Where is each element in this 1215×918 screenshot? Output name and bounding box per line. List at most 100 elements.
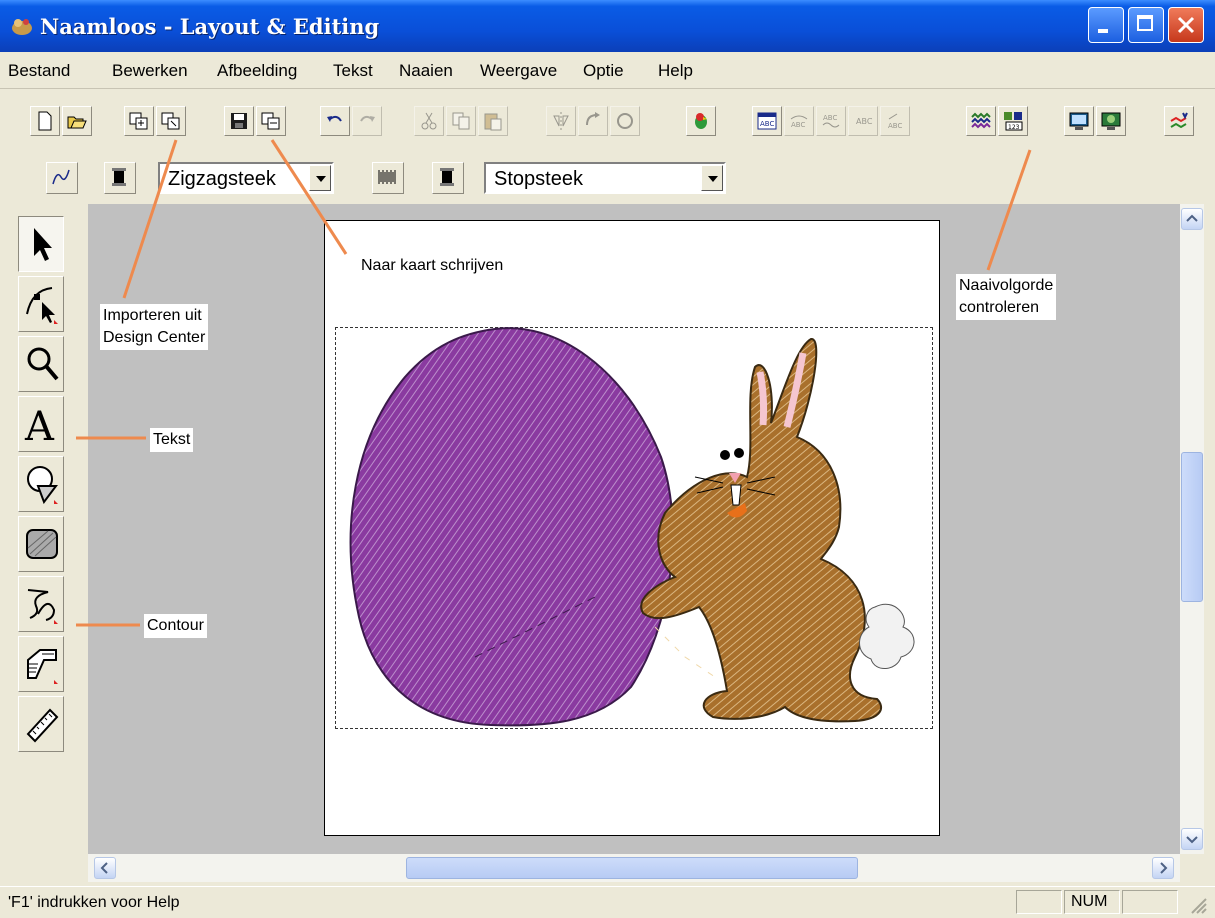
svg-text:ABC: ABC bbox=[888, 122, 902, 130]
text-slant-button[interactable]: ABC bbox=[880, 106, 910, 136]
redo-button[interactable] bbox=[352, 106, 382, 136]
menu-optie[interactable]: Optie bbox=[583, 61, 624, 81]
menu-help[interactable]: Help bbox=[658, 61, 693, 81]
open-button[interactable] bbox=[62, 106, 92, 136]
check-sewing-order-button[interactable]: 123 bbox=[998, 106, 1028, 136]
maximize-icon bbox=[1137, 15, 1153, 31]
menu-afbeelding[interactable]: Afbeelding bbox=[217, 61, 297, 81]
menu-naaien[interactable]: Naaien bbox=[399, 61, 453, 81]
text-wave-button[interactable]: ABC bbox=[816, 106, 846, 136]
line-sew-toggle[interactable] bbox=[46, 162, 78, 194]
region-color-button[interactable] bbox=[432, 162, 464, 194]
line-color-button[interactable] bbox=[104, 162, 136, 194]
text-wave-icon: ABC bbox=[822, 114, 840, 128]
line-stitch-type-select[interactable]: Zigzagsteek bbox=[158, 162, 334, 194]
shape-tool[interactable] bbox=[18, 456, 64, 512]
minimize-icon bbox=[1098, 29, 1108, 33]
text-tool[interactable]: A bbox=[18, 396, 64, 452]
mirror-button[interactable] bbox=[546, 106, 576, 136]
chevron-down-icon[interactable] bbox=[309, 165, 331, 191]
rotate-reset-icon bbox=[617, 113, 633, 129]
text-shadow-icon: ABC bbox=[856, 117, 873, 126]
contour-icon bbox=[27, 589, 58, 624]
scroll-left-button[interactable] bbox=[94, 857, 116, 879]
check-sewing-order-icon: 123 bbox=[1004, 112, 1023, 131]
vertical-scrollbar[interactable] bbox=[1180, 204, 1204, 854]
undo-button[interactable] bbox=[320, 106, 350, 136]
sewing-order-button[interactable] bbox=[966, 106, 996, 136]
zoom-tool[interactable] bbox=[18, 336, 64, 392]
import-design-center-icon bbox=[129, 112, 148, 130]
redo-icon bbox=[360, 115, 375, 122]
svg-text:ABC: ABC bbox=[760, 120, 774, 128]
select-tool[interactable] bbox=[18, 216, 64, 272]
menu-bewerken[interactable]: Bewerken bbox=[112, 61, 188, 81]
rotate-button[interactable] bbox=[578, 106, 608, 136]
undo-icon bbox=[327, 115, 342, 122]
cut-button[interactable] bbox=[414, 106, 444, 136]
menu-bestand[interactable]: Bestand bbox=[8, 61, 70, 81]
horizontal-scrollbar[interactable] bbox=[88, 854, 1180, 882]
callout-write-card: Naar kaart schrijven bbox=[358, 254, 507, 278]
preview-button[interactable] bbox=[1064, 106, 1094, 136]
region-sew-toggle[interactable] bbox=[372, 162, 404, 194]
region-fill-tool[interactable] bbox=[18, 516, 64, 572]
design-property-button[interactable] bbox=[1164, 106, 1194, 136]
punch-tool[interactable] bbox=[18, 636, 64, 692]
ruler-tool[interactable] bbox=[18, 696, 64, 752]
callout-import-line1: Importeren uit bbox=[103, 307, 202, 324]
region-stitch-type-select[interactable]: Stopsteek bbox=[484, 162, 726, 194]
open-icon bbox=[67, 116, 87, 129]
status-help-text: 'F1' indrukken voor Help bbox=[8, 894, 180, 911]
menu-tekst[interactable]: Tekst bbox=[333, 61, 373, 81]
close-button[interactable] bbox=[1168, 7, 1204, 43]
text-shadow-button[interactable]: ABC bbox=[848, 106, 878, 136]
status-num: NUM bbox=[1064, 890, 1120, 914]
copy-button[interactable] bbox=[446, 106, 476, 136]
bunny-tail bbox=[859, 604, 915, 669]
chevron-right-icon bbox=[1160, 862, 1168, 874]
callout-sewing-order: Naaivolgorde controleren bbox=[956, 274, 1057, 320]
svg-text:ABC: ABC bbox=[823, 114, 837, 122]
text-slant-icon: ABC bbox=[888, 113, 902, 130]
callout-contour-tool: Contour bbox=[144, 614, 207, 638]
chevron-left-icon bbox=[100, 862, 108, 874]
chevron-up-icon bbox=[1186, 214, 1198, 222]
scroll-down-button[interactable] bbox=[1181, 828, 1203, 850]
chevron-down-icon[interactable] bbox=[701, 165, 723, 191]
text-arc-icon: ABC bbox=[790, 115, 808, 129]
minimize-button[interactable] bbox=[1088, 7, 1124, 43]
parrot-button[interactable] bbox=[686, 106, 716, 136]
svg-text:123: 123 bbox=[1008, 124, 1020, 131]
new-button[interactable] bbox=[30, 106, 60, 136]
contour-tool[interactable] bbox=[18, 576, 64, 632]
callout-import-line2: Design Center bbox=[103, 329, 206, 346]
svg-text:A: A bbox=[24, 404, 55, 444]
mirror-icon bbox=[553, 112, 569, 130]
cut-icon bbox=[421, 112, 437, 130]
import-design-center-button[interactable] bbox=[124, 106, 154, 136]
title-bar[interactable]: Naamloos - Layout & Editing bbox=[0, 0, 1215, 52]
vertical-scroll-thumb[interactable] bbox=[1181, 452, 1203, 602]
text-wizard-button[interactable]: ABC bbox=[752, 106, 782, 136]
maximize-button[interactable] bbox=[1128, 7, 1164, 43]
scroll-up-button[interactable] bbox=[1181, 208, 1203, 230]
text-wizard-icon: ABC bbox=[757, 112, 777, 130]
horizontal-scroll-thumb[interactable] bbox=[406, 857, 858, 879]
save-button[interactable] bbox=[224, 106, 254, 136]
import-button[interactable] bbox=[156, 106, 186, 136]
rotate-reset-button[interactable] bbox=[610, 106, 640, 136]
embroidery-design[interactable] bbox=[335, 327, 933, 729]
design-page[interactable] bbox=[324, 220, 940, 836]
write-to-card-button[interactable] bbox=[256, 106, 286, 136]
point-edit-tool[interactable] bbox=[18, 276, 64, 332]
realistic-preview-icon bbox=[1101, 112, 1121, 130]
menu-bar: Bestand Bewerken Afbeelding Tekst Naaien… bbox=[0, 52, 1215, 89]
text-arc-button[interactable]: ABC bbox=[784, 106, 814, 136]
realistic-preview-button[interactable] bbox=[1096, 106, 1126, 136]
scroll-right-button[interactable] bbox=[1152, 857, 1174, 879]
resize-grip-icon[interactable] bbox=[1188, 895, 1208, 915]
paste-button[interactable] bbox=[478, 106, 508, 136]
sewing-order-icon bbox=[971, 112, 991, 129]
menu-weergave[interactable]: Weergave bbox=[480, 61, 557, 81]
